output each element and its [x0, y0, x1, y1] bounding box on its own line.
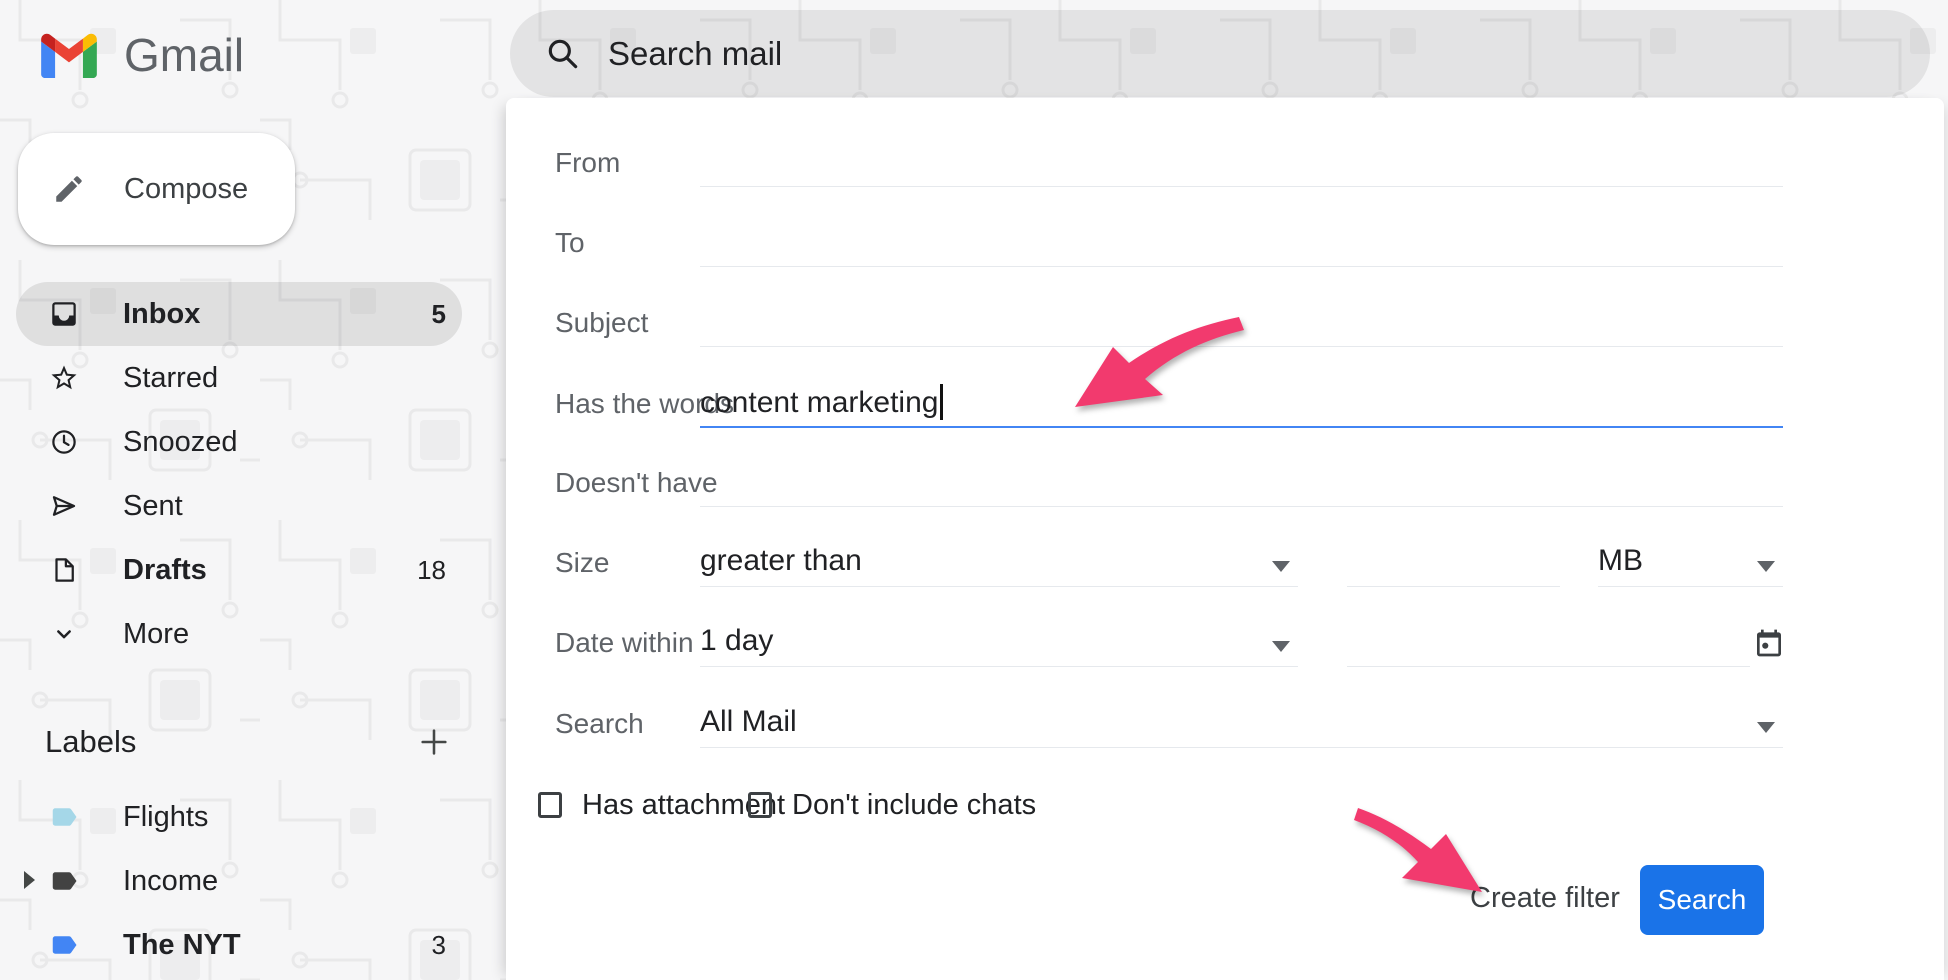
from-label: From — [555, 147, 620, 179]
sidebar-label-flights[interactable]: Flights — [16, 785, 462, 849]
search-bar[interactable]: Search mail — [510, 10, 1930, 97]
sidebar-item-label: Starred — [123, 362, 218, 395]
sidebar-item-drafts[interactable]: Drafts 18 — [16, 538, 462, 602]
sidebar-item-label: Inbox — [123, 298, 200, 331]
date-range-value: 1 day — [700, 624, 1272, 658]
calendar-icon[interactable] — [1753, 627, 1785, 659]
to-label: To — [555, 227, 585, 259]
from-input[interactable] — [700, 131, 1783, 187]
filter-row-to: To — [506, 211, 1944, 267]
sidebar-item-label: Sent — [123, 490, 183, 523]
subject-label: Subject — [555, 307, 648, 339]
sidebar-item-more[interactable]: More — [16, 602, 462, 666]
annotation-arrow-icon — [1352, 804, 1492, 899]
sidebar-item-inbox[interactable]: Inbox 5 — [16, 282, 462, 346]
file-icon — [49, 555, 79, 585]
gmail-m-icon — [40, 32, 98, 78]
date-within-label: Date within — [555, 627, 694, 659]
expand-arrow-icon[interactable] — [24, 871, 35, 889]
search-filter-panel: From To Subject Has the words content ma… — [506, 98, 1944, 980]
label-tag-icon — [49, 866, 79, 896]
size-unit-select[interactable]: MB — [1598, 531, 1783, 587]
filter-row-size: Size greater than MB — [506, 531, 1944, 587]
compose-button[interactable]: Compose — [18, 133, 295, 245]
sidebar-item-starred[interactable]: Starred — [16, 346, 462, 410]
sidebar-item-sent[interactable]: Sent — [16, 474, 462, 538]
to-input[interactable] — [700, 211, 1783, 267]
sidebar-label-the-nyt[interactable]: The NYT 3 — [16, 913, 462, 977]
dropdown-arrow-icon — [1757, 722, 1775, 733]
has-attachment-checkbox[interactable] — [538, 792, 562, 818]
text-cursor — [940, 384, 943, 420]
inbox-icon — [49, 299, 79, 329]
search-mail-placeholder: Search mail — [608, 35, 782, 73]
search-icon — [544, 35, 582, 73]
filter-row-from: From — [506, 131, 1944, 187]
chevron-down-icon — [49, 619, 79, 649]
sidebar-item-label: Drafts — [123, 554, 207, 587]
gmail-wordmark: Gmail — [124, 28, 244, 82]
sidebar-item-label: Snoozed — [123, 426, 238, 459]
label-name: Income — [123, 865, 218, 898]
dropdown-arrow-icon — [1272, 561, 1290, 572]
sidebar-item-label: More — [123, 618, 189, 651]
date-input[interactable] — [1347, 611, 1750, 667]
label-name: Flights — [123, 801, 208, 834]
sidebar-item-snoozed[interactable]: Snoozed — [16, 410, 462, 474]
dropdown-arrow-icon — [1272, 641, 1290, 652]
pencil-icon — [52, 172, 86, 206]
sidebar-label-income[interactable]: Income — [16, 849, 462, 913]
labels-title: Labels — [45, 724, 136, 760]
has-the-words-value: content marketing — [700, 386, 938, 420]
sidebar-item-count: 5 — [432, 299, 446, 330]
sidebar-item-count: 18 — [417, 555, 446, 586]
checkbox-row: Has attachment Don't include chats — [506, 786, 1944, 830]
search-scope-select[interactable]: All Mail — [700, 692, 1783, 748]
search-scope-label: Search — [555, 708, 644, 740]
add-label-button plus-icon[interactable] — [417, 725, 451, 759]
size-amount-input[interactable] — [1347, 531, 1560, 587]
annotation-arrow-icon — [1057, 313, 1247, 413]
label-count: 3 — [432, 930, 446, 961]
search-button[interactable]: Search — [1640, 865, 1764, 935]
size-operator-value: greater than — [700, 544, 1272, 578]
filter-row-doesnt-have: Doesn't have — [506, 451, 1944, 507]
size-label: Size — [555, 547, 609, 579]
size-unit-value: MB — [1598, 544, 1757, 578]
dont-include-chats-checkbox[interactable] — [748, 792, 772, 818]
labels-header: Labels — [45, 710, 462, 774]
label-name: The NYT — [123, 929, 241, 962]
label-tag-icon — [49, 930, 79, 960]
filter-row-search-scope: Search All Mail — [506, 692, 1944, 748]
search-scope-value: All Mail — [700, 705, 1757, 739]
star-icon — [49, 363, 79, 393]
label-tag-icon — [49, 802, 79, 832]
size-operator-select[interactable]: greater than — [700, 531, 1298, 587]
doesnt-have-label: Doesn't have — [555, 467, 718, 499]
send-icon — [49, 491, 79, 521]
doesnt-have-input[interactable] — [700, 451, 1783, 507]
filter-row-date-within: Date within 1 day — [506, 611, 1944, 667]
dont-include-chats-label: Don't include chats — [792, 789, 1036, 822]
date-range-select[interactable]: 1 day — [700, 611, 1298, 667]
gmail-logo[interactable]: Gmail — [40, 28, 244, 82]
clock-icon — [49, 427, 79, 457]
compose-label: Compose — [124, 173, 248, 206]
dropdown-arrow-icon — [1757, 561, 1775, 572]
gmail-window: Gmail Compose Inbox 5 Starred Snoozed — [0, 0, 1948, 980]
